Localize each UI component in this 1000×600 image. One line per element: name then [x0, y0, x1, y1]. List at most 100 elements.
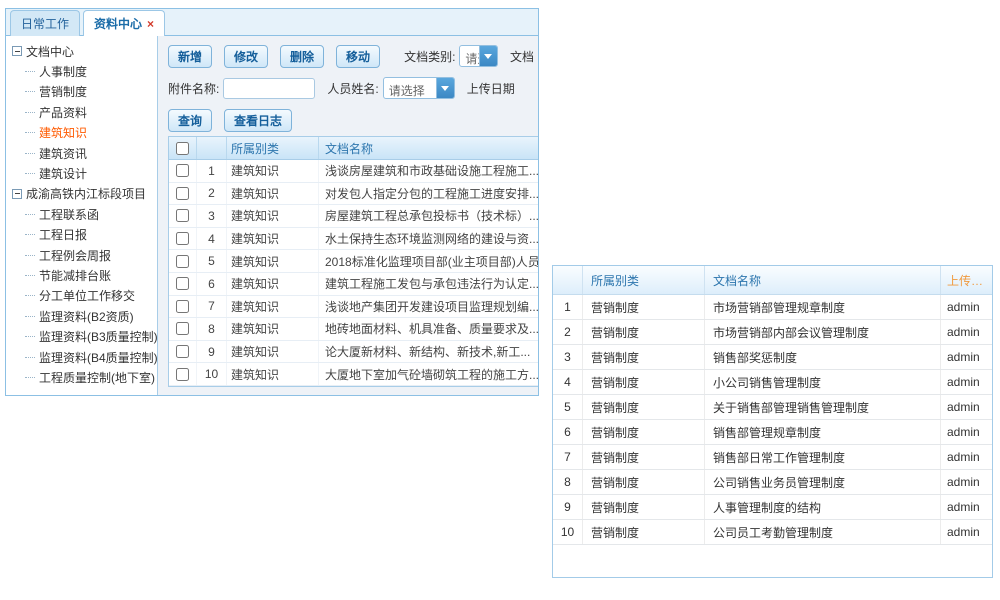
chevron-down-icon[interactable]	[436, 78, 454, 98]
edit-button[interactable]: 修改	[224, 45, 268, 68]
table-row[interactable]: 5 营销制度 关于销售部管理销售管理制度 admin	[553, 395, 992, 420]
tree-item[interactable]: 建筑资讯	[12, 143, 155, 163]
row-checkbox[interactable]	[176, 164, 189, 177]
tree-root-label: 文档中心	[26, 43, 74, 60]
tree-item[interactable]: 节能减排台账	[12, 265, 155, 285]
tree-connector	[25, 255, 35, 256]
table-row[interactable]: 1 建筑知识 浅谈房屋建筑和市政基础设施工程施工...	[169, 160, 538, 183]
doc-category-select[interactable]: 请选择	[459, 45, 498, 67]
row-checkbox[interactable]	[176, 209, 189, 222]
view-log-button[interactable]: 查看日志	[224, 109, 292, 132]
table-row[interactable]: 10 营销制度 公司员工考勤管理制度 admin	[553, 520, 992, 545]
tree-item-label: 分工单位工作移交	[39, 287, 135, 304]
tree-root-document-center[interactable]: 文档中心	[12, 41, 155, 61]
table-row[interactable]: 2 营销制度 市场营销部内部会议管理制度 admin	[553, 320, 992, 345]
tree-item[interactable]: 工程日报	[12, 225, 155, 245]
row-checkbox[interactable]	[176, 232, 189, 245]
table-row[interactable]: 3 营销制度 销售部奖惩制度 admin	[553, 345, 992, 370]
table-row[interactable]: 7 建筑知识 浅谈地产集团开发建设项目监理规划编...	[169, 296, 538, 319]
category-header: 所属别类	[583, 266, 705, 294]
select-all-checkbox[interactable]	[176, 142, 189, 155]
tree-item[interactable]: 监理资料(B3质量控制)	[12, 326, 155, 346]
tree-item-label: 监理资料(B3质量控制)	[39, 328, 158, 345]
toolbar-row-3: 查询 查看日志	[168, 108, 538, 132]
left-results-table: 所属别类 文档名称 1 建筑知识 浅谈房屋建筑和市政基础设施工程施工... 2 …	[168, 136, 538, 387]
tree-item[interactable]: 营销制度	[12, 82, 155, 102]
table-row[interactable]: 10 建筑知识 大厦地下室加气砼墙砌筑工程的施工方...	[169, 363, 538, 386]
tab-label: 资料中心	[94, 17, 142, 31]
table-row[interactable]: 3 建筑知识 房屋建筑工程总承包投标书（技术标）...	[169, 205, 538, 228]
tree-item-label: 人事制度	[39, 63, 87, 80]
delete-button[interactable]: 删除	[280, 45, 324, 68]
table-row[interactable]: 4 营销制度 小公司销售管理制度 admin	[553, 370, 992, 395]
table-row[interactable]: 8 建筑知识 地砖地面材料、机具准备、质量要求及...	[169, 318, 538, 341]
tree-item-label: 监理资料(B2资质)	[39, 308, 134, 325]
row-checkbox[interactable]	[176, 368, 189, 381]
person-select[interactable]: 请选择	[383, 77, 455, 99]
document-center-panel: 日常工作 资料中心 × 文档中心 人事制度 营销制度 产品资料	[5, 8, 539, 396]
collapse-icon[interactable]	[12, 189, 22, 199]
tree-connector	[25, 71, 35, 72]
table-row[interactable]: 1 营销制度 市场营销部管理规章制度 admin	[553, 295, 992, 320]
content-pane: 新增 修改 删除 移动 文档类别: 请选择 文档 附件名称: 人员姓名: 请选择	[158, 36, 538, 395]
table-row[interactable]: 4 建筑知识 水土保持生态环境监测网络的建设与资...	[169, 228, 538, 251]
table-row[interactable]: 9 建筑知识 论大厦新材料、新结构、新技术,新工...	[169, 341, 538, 364]
table-header: 所属别类 文档名称	[169, 137, 538, 160]
tree-item-label: 建筑资讯	[39, 145, 87, 162]
tree-item-label: 营销制度	[39, 83, 87, 100]
tab-bar: 日常工作 资料中心 ×	[5, 8, 539, 36]
table-header: 所属别类 文档名称 上传…	[553, 266, 992, 295]
row-checkbox[interactable]	[176, 300, 189, 313]
query-button[interactable]: 查询	[168, 109, 212, 132]
toolbar-row-2: 附件名称: 人员姓名: 请选择 上传日期	[168, 76, 538, 100]
chevron-down-icon[interactable]	[479, 46, 497, 66]
tree-item[interactable]: 工程联系函	[12, 204, 155, 224]
tree-item[interactable]: 监理资料(B2资质)	[12, 306, 155, 326]
tree-item-label: 产品资料	[39, 104, 87, 121]
tree-item[interactable]: 工程质量控制(地下室)	[12, 367, 155, 387]
table-row[interactable]: 8 营销制度 公司销售业务员管理制度 admin	[553, 470, 992, 495]
tree-item-label: 工程例会周报	[39, 247, 111, 264]
row-checkbox[interactable]	[176, 322, 189, 335]
category-header: 所属别类	[227, 137, 319, 159]
tree-item-label: 工程日报	[39, 226, 87, 243]
table-row[interactable]: 6 营销制度 销售部管理规章制度 admin	[553, 420, 992, 445]
row-checkbox[interactable]	[176, 187, 189, 200]
tree-item-label: 节能减排台账	[39, 267, 111, 284]
tree-item[interactable]: 工程例会周报	[12, 245, 155, 265]
tree-item[interactable]: 产品资料	[12, 102, 155, 122]
attachment-input[interactable]	[223, 78, 315, 99]
tree-connector	[25, 132, 35, 133]
tree-connector	[25, 377, 35, 378]
move-button[interactable]: 移动	[336, 45, 380, 68]
tab-label: 日常工作	[21, 17, 69, 31]
collapse-icon[interactable]	[12, 46, 22, 56]
table-row[interactable]: 7 营销制度 销售部日常工作管理制度 admin	[553, 445, 992, 470]
row-checkbox[interactable]	[176, 345, 189, 358]
tree-root-railway-project[interactable]: 成渝高铁内江标段项目	[12, 184, 155, 204]
tree-item[interactable]: 分工单位工作移交	[12, 286, 155, 306]
table-row[interactable]: 6 建筑知识 建筑工程施工发包与承包违法行为认定...	[169, 273, 538, 296]
tree-item-selected[interactable]: 建筑知识	[12, 123, 155, 143]
tree-item[interactable]: 监理资料(B4质量控制)	[12, 347, 155, 367]
tree-item[interactable]: 建筑设计	[12, 163, 155, 183]
tree-connector	[25, 112, 35, 113]
right-results-table: 所属别类 文档名称 上传… 1 营销制度 市场营销部管理规章制度 admin 2…	[552, 265, 993, 578]
doc-category-label: 文档类别:	[404, 48, 455, 65]
tab-data-center[interactable]: 资料中心 ×	[83, 10, 165, 36]
tab-daily-work[interactable]: 日常工作	[10, 10, 80, 36]
close-icon[interactable]: ×	[147, 17, 154, 31]
doc-name-label-clipped: 文档	[510, 48, 534, 65]
add-button[interactable]: 新增	[168, 45, 212, 68]
tree-item[interactable]: 人事制度	[12, 61, 155, 81]
table-row[interactable]: 2 建筑知识 对发包人指定分包的工程施工进度安排...	[169, 183, 538, 206]
row-checkbox[interactable]	[176, 277, 189, 290]
document-tree: 文档中心 人事制度 营销制度 产品资料 建筑知识 建筑资讯	[6, 36, 158, 395]
tree-item-label: 工程联系函	[39, 206, 99, 223]
tree-connector	[25, 234, 35, 235]
table-row[interactable]: 5 建筑知识 2018标准化监理项目部(业主项目部)人员...	[169, 250, 538, 273]
person-label: 人员姓名:	[327, 80, 378, 97]
row-checkbox[interactable]	[176, 255, 189, 268]
panel-body: 文档中心 人事制度 营销制度 产品资料 建筑知识 建筑资讯	[5, 36, 539, 396]
table-row[interactable]: 9 营销制度 人事管理制度的结构 admin	[553, 495, 992, 520]
